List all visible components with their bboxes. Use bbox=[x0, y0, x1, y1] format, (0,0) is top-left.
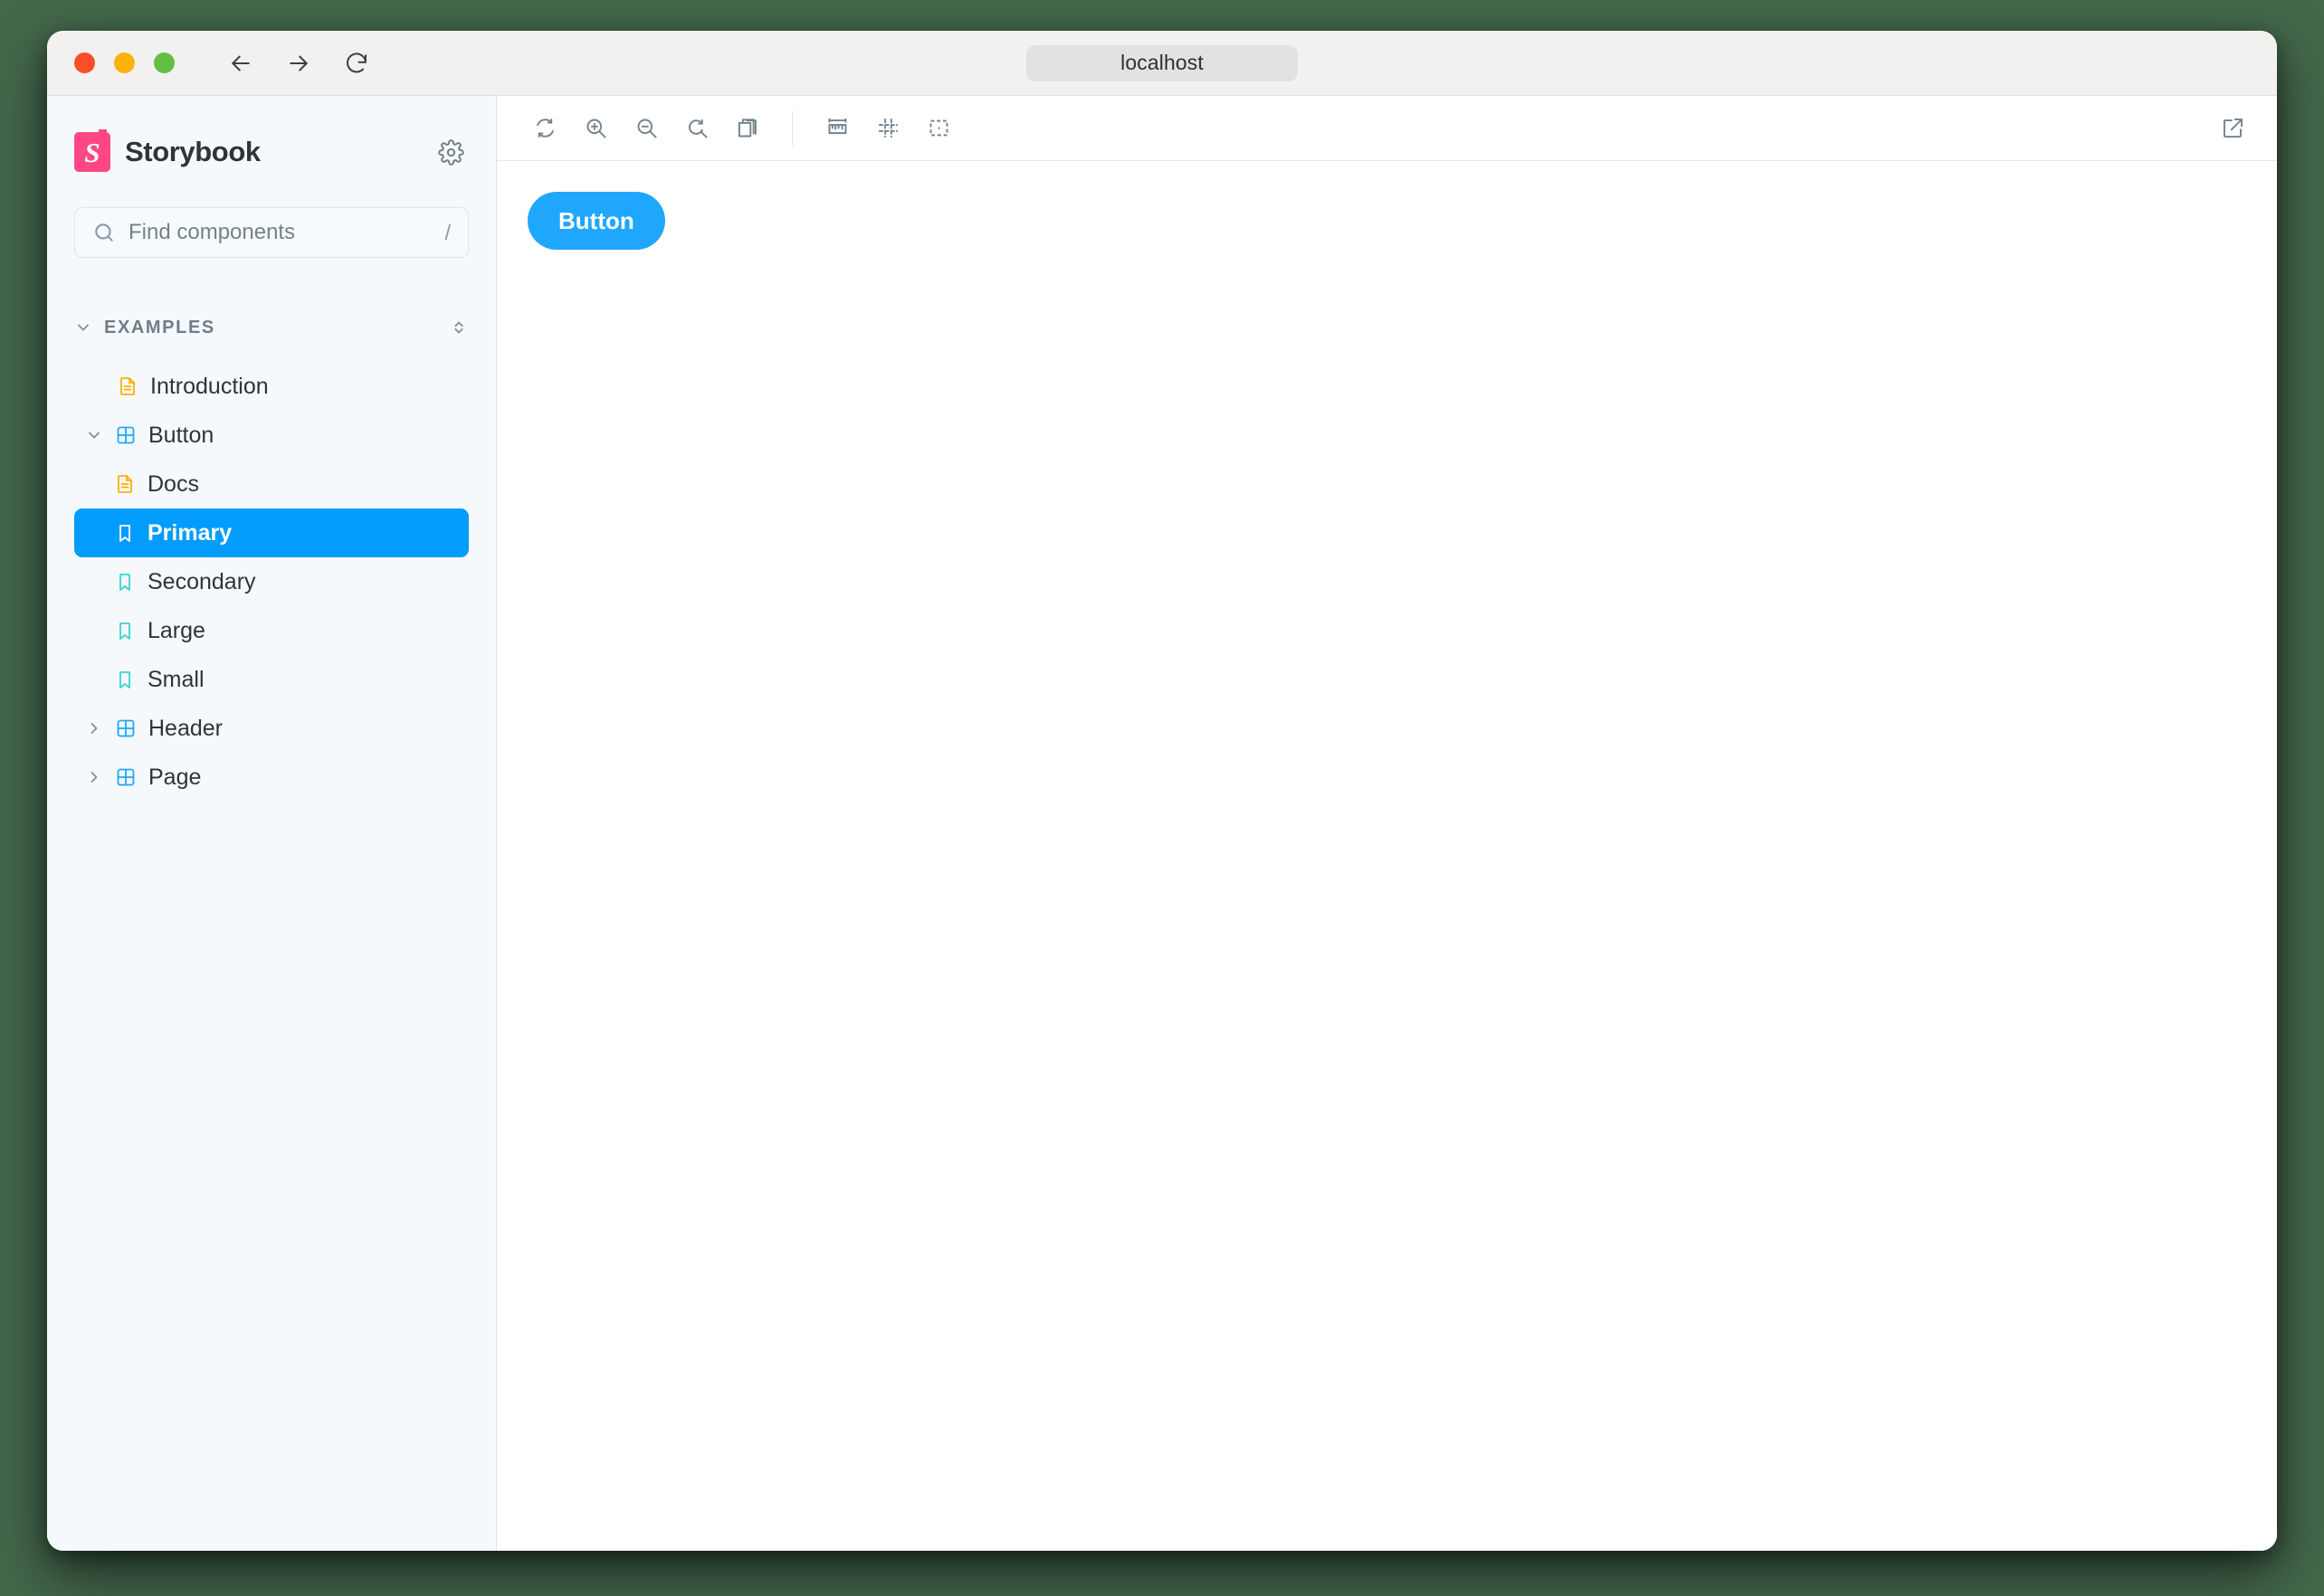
component-icon bbox=[115, 717, 137, 739]
preview-toolbar bbox=[497, 96, 2277, 161]
sidebar-group-label: EXAMPLES bbox=[104, 317, 215, 337]
tree-item-secondary[interactable]: Secondary bbox=[74, 557, 469, 606]
zoom-out-icon[interactable] bbox=[625, 108, 667, 149]
story-icon bbox=[114, 669, 136, 690]
open-new-tab-icon[interactable] bbox=[2212, 108, 2253, 149]
remount-icon[interactable] bbox=[524, 108, 566, 149]
tree-item-label: Large bbox=[148, 617, 205, 643]
chevron-down-icon bbox=[74, 318, 92, 337]
tree-item-label: Header bbox=[148, 715, 223, 741]
document-icon bbox=[114, 473, 136, 495]
zoom-reset-icon[interactable] bbox=[676, 108, 718, 149]
search-icon bbox=[92, 221, 116, 244]
toolbar-right-group bbox=[816, 108, 959, 149]
reload-icon[interactable] bbox=[340, 47, 373, 80]
address-bar-text: localhost bbox=[1120, 51, 1204, 74]
chevron-right-icon bbox=[85, 719, 103, 737]
search-input[interactable]: Find components / bbox=[74, 207, 469, 258]
component-icon bbox=[115, 424, 137, 446]
forward-icon[interactable] bbox=[282, 47, 315, 80]
address-bar[interactable]: localhost bbox=[1026, 44, 1298, 81]
story-primary-button[interactable]: Button bbox=[528, 192, 665, 250]
chevron-right-icon bbox=[85, 768, 103, 786]
search-placeholder: Find components bbox=[129, 220, 296, 244]
toolbar-divider bbox=[792, 110, 793, 146]
tree-item-small[interactable]: Small bbox=[74, 655, 469, 704]
component-icon bbox=[115, 766, 137, 788]
grid-icon[interactable] bbox=[867, 108, 909, 149]
sidebar-group-examples-left: EXAMPLES bbox=[74, 318, 215, 338]
browser-nav-buttons bbox=[224, 47, 373, 80]
tree-item-label: Small bbox=[148, 666, 205, 692]
outline-icon[interactable] bbox=[918, 108, 959, 149]
sidebar: S Storybook Find components / EXAMPLES I… bbox=[47, 96, 497, 1551]
tree-item-label: Primary bbox=[148, 519, 233, 546]
minimize-window-button[interactable] bbox=[114, 52, 135, 73]
tree-item-primary[interactable]: Primary bbox=[74, 508, 469, 557]
storybook-logo-icon: S bbox=[74, 132, 110, 172]
expand-all-icon[interactable] bbox=[449, 318, 469, 337]
story-canvas: Button bbox=[497, 161, 2277, 1551]
story-icon bbox=[114, 620, 136, 641]
measure-icon[interactable] bbox=[816, 108, 858, 149]
storybook-logo-letter: S bbox=[84, 136, 100, 168]
search-shortcut-hint: / bbox=[444, 220, 451, 244]
tree-item-page[interactable]: Page bbox=[74, 753, 469, 802]
story-icon bbox=[114, 571, 136, 593]
gear-icon[interactable] bbox=[433, 134, 469, 170]
backgrounds-icon[interactable] bbox=[727, 108, 768, 149]
preview-pane: Button bbox=[497, 96, 2277, 1551]
sidebar-group-examples[interactable]: EXAMPLES bbox=[74, 309, 469, 347]
browser-titlebar: localhost bbox=[47, 31, 2277, 96]
storybook-brand[interactable]: S Storybook bbox=[74, 132, 261, 172]
tree-item-label: Secondary bbox=[148, 568, 256, 594]
brand-title: Storybook bbox=[125, 136, 261, 167]
window-controls bbox=[74, 52, 175, 73]
tree-item-docs[interactable]: Docs bbox=[74, 460, 469, 508]
close-window-button[interactable] bbox=[74, 52, 95, 73]
component-tree: Introduction Button Docs Primary Seconda… bbox=[74, 362, 469, 802]
story-icon bbox=[114, 522, 136, 544]
tree-item-label: Docs bbox=[148, 470, 199, 497]
maximize-window-button[interactable] bbox=[154, 52, 175, 73]
tree-item-header[interactable]: Header bbox=[74, 704, 469, 753]
storybook-app: S Storybook Find components / EXAMPLES I… bbox=[47, 96, 2277, 1551]
tree-item-large[interactable]: Large bbox=[74, 606, 469, 655]
document-icon bbox=[117, 375, 138, 397]
tree-item-label: Page bbox=[148, 764, 202, 790]
browser-window: localhost S Storybook Find components / … bbox=[47, 31, 2277, 1551]
tree-item-label: Introduction bbox=[150, 373, 269, 399]
toolbar-left-group bbox=[524, 108, 768, 149]
tree-item-introduction[interactable]: Introduction bbox=[74, 362, 469, 411]
tree-item-button[interactable]: Button bbox=[74, 411, 469, 460]
back-icon[interactable] bbox=[224, 47, 257, 80]
zoom-in-icon[interactable] bbox=[575, 108, 616, 149]
sidebar-header: S Storybook bbox=[74, 127, 469, 177]
tree-item-label: Button bbox=[148, 422, 214, 448]
chevron-down-icon bbox=[85, 426, 103, 444]
